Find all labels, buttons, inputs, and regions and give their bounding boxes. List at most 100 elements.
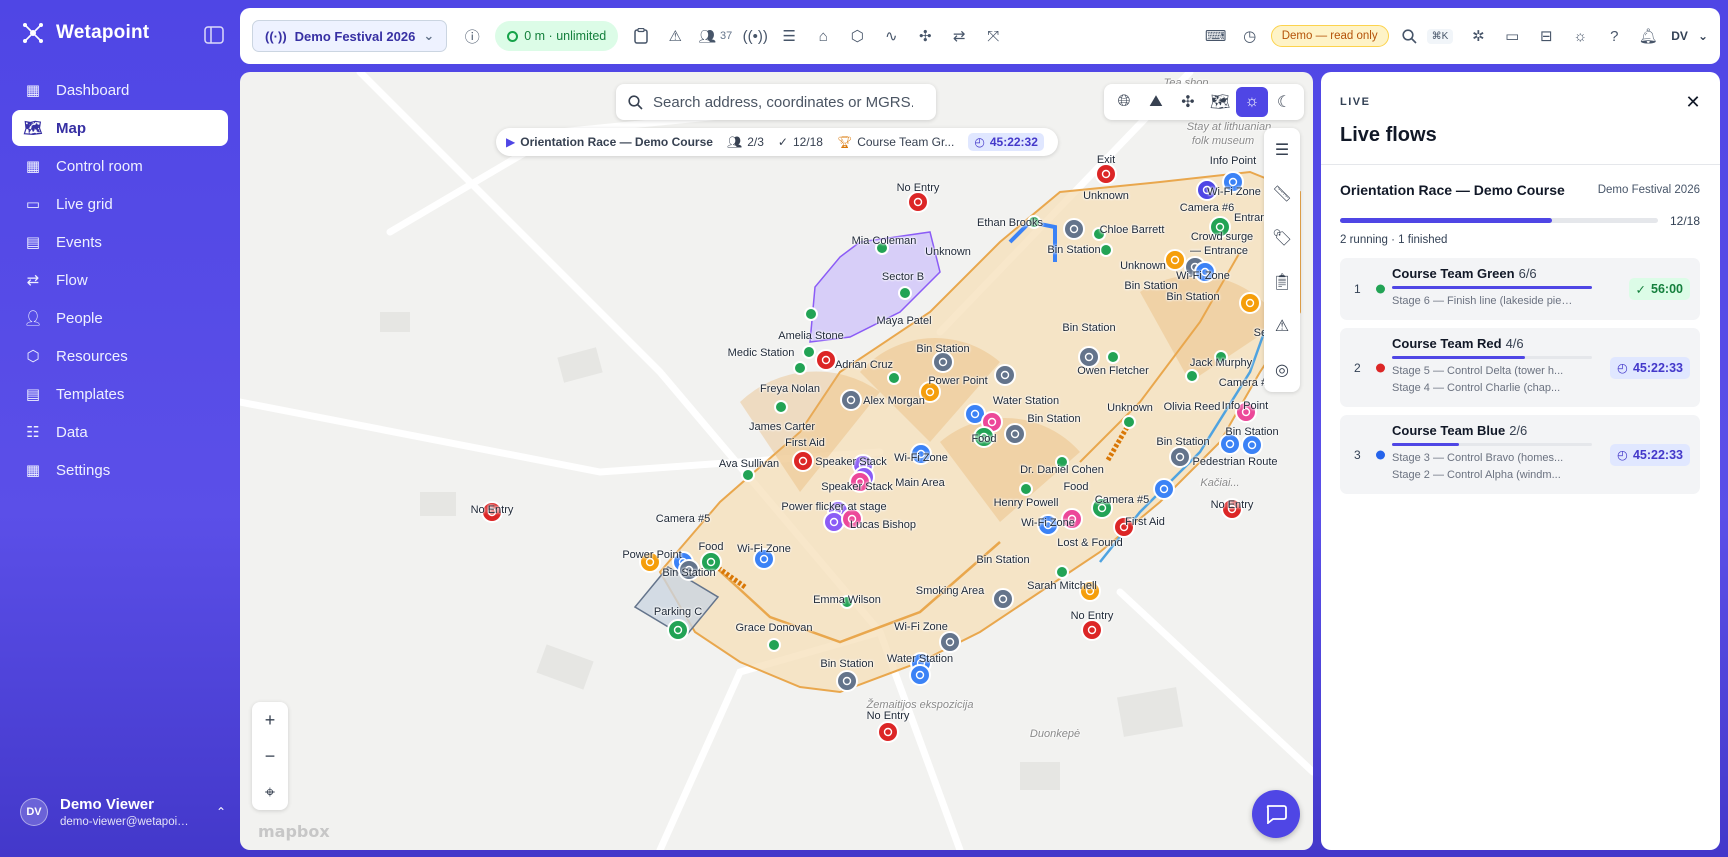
map-label[interactable]: Crowd surge	[1191, 231, 1253, 243]
sidebar-item-templates[interactable]: ▤ Templates	[12, 376, 228, 412]
map-label[interactable]: Power Point	[928, 375, 987, 387]
sidebar-item-resources[interactable]: ⬡ Resources	[12, 338, 228, 374]
clipboard-icon[interactable]	[624, 19, 658, 53]
map-label[interactable]: No Entry	[1071, 610, 1114, 622]
brand[interactable]: Wetapoint	[22, 22, 149, 44]
map-marker[interactable]	[907, 191, 929, 213]
timer-pill[interactable]: 0 m · unlimited	[495, 21, 619, 51]
person-marker[interactable]	[804, 307, 818, 321]
map-label[interactable]: Ethan Brooks	[977, 217, 1043, 229]
map-marker[interactable]	[1081, 619, 1103, 641]
fan-icon[interactable]: ✣	[908, 19, 942, 53]
clipboard-icon[interactable]: 📋︎	[1264, 260, 1300, 304]
map-marker[interactable]	[1004, 423, 1026, 445]
map-label[interactable]: Wi-Fi Zone	[894, 452, 948, 464]
person-marker[interactable]	[1099, 243, 1113, 257]
sidebar-item-flow[interactable]: ⇄ Flow	[12, 262, 228, 298]
map-label[interactable]: Bin Station	[1156, 436, 1209, 448]
map-label[interactable]: No Entry	[897, 182, 940, 194]
sidebar-item-data[interactable]: ☷ Data	[12, 414, 228, 450]
sidebar-collapse-icon[interactable]	[204, 26, 224, 44]
map-marker[interactable]	[1169, 446, 1191, 468]
map-label[interactable]: Food	[698, 541, 723, 553]
map-label[interactable]: Bin Station	[1062, 322, 1115, 334]
map-label[interactable]: Jack Murphy	[1190, 357, 1252, 369]
sun-icon[interactable]: ☼	[1236, 87, 1268, 117]
history-icon[interactable]: ◷	[1233, 19, 1267, 53]
sidebar-item-dashboard[interactable]: ▦ Dashboard	[12, 72, 228, 108]
sidebar-item-events[interactable]: ▤ Events	[12, 224, 228, 260]
user-menu[interactable]: DV Demo Viewer demo-viewer@wetapoint.com…	[20, 796, 226, 828]
person-marker[interactable]	[1055, 565, 1069, 579]
map-label[interactable]: Bin Station	[1166, 291, 1219, 303]
person-marker[interactable]	[741, 468, 755, 482]
person-marker[interactable]	[793, 361, 807, 375]
sun-icon[interactable]: ☼	[1563, 19, 1597, 53]
map-label[interactable]: Unknown	[925, 246, 971, 258]
team-card[interactable]: 3 Course Team Blue 2/6 Stage 3 — Control …	[1340, 415, 1700, 494]
map-label[interactable]: Food	[1063, 481, 1088, 493]
map-label[interactable]: Amelia Stone	[778, 330, 843, 342]
map-label[interactable]: Grace Donovan	[735, 622, 812, 634]
flow-name[interactable]: Orientation Race — Demo Course	[1340, 182, 1565, 198]
message-icon[interactable]: ▭	[1495, 19, 1529, 53]
map-label[interactable]: Smoking Area	[916, 585, 984, 597]
person-marker[interactable]	[802, 345, 816, 359]
map-label[interactable]: Unknown	[1107, 402, 1153, 414]
map-label[interactable]: Bin Station	[1225, 426, 1278, 438]
map-label[interactable]: James Carter	[749, 421, 815, 433]
radio-icon[interactable]: ((•))	[738, 19, 772, 53]
map-label[interactable]: No Entry	[1211, 499, 1254, 511]
person-marker[interactable]	[1185, 369, 1199, 383]
map-label[interactable]: Adrian Cruz	[835, 359, 893, 371]
person-marker[interactable]	[774, 400, 788, 414]
zoom-out-button[interactable]: −	[252, 738, 288, 774]
zoom-in-button[interactable]: +	[252, 702, 288, 738]
map-label[interactable]: Lost & Found	[1057, 537, 1122, 549]
map-label[interactable]: Medic Station	[728, 347, 795, 359]
chat-button[interactable]	[1252, 790, 1300, 838]
dna-icon[interactable]: ⤧	[976, 19, 1010, 53]
map-label[interactable]: Water Station	[887, 653, 953, 665]
map-label[interactable]: Žemaitijos ekspozicija	[867, 699, 974, 711]
map-label[interactable]: Bin Station	[662, 567, 715, 579]
map-label[interactable]: Henry Powell	[994, 497, 1059, 509]
map-marker[interactable]	[1095, 163, 1117, 185]
map-search[interactable]	[616, 84, 936, 120]
map-label[interactable]: No Entry	[867, 710, 910, 722]
map-label[interactable]: Camera #6	[1180, 202, 1234, 214]
map-label[interactable]: Alex Morgan	[863, 395, 925, 407]
map-label[interactable]: — Entrance	[1190, 245, 1248, 257]
help-icon[interactable]: ?	[1597, 19, 1631, 53]
map-marker[interactable]	[1241, 434, 1263, 456]
person-marker[interactable]	[1106, 350, 1120, 364]
map-label[interactable]: Exit	[1097, 154, 1115, 166]
globe-icon[interactable]: 🌐︎	[1108, 87, 1140, 117]
map-label[interactable]: Bin Station	[1047, 244, 1100, 256]
map-label[interactable]: Wi-Fi Zone	[894, 621, 948, 633]
sidebar-item-map[interactable]: 🗺︎ Map	[12, 110, 228, 146]
map-label[interactable]: Mia Coleman	[852, 235, 917, 247]
sidebar-item-settings[interactable]: ▦ Settings	[12, 452, 228, 488]
map-marker[interactable]	[792, 450, 814, 472]
search-icon[interactable]	[1393, 19, 1427, 53]
map-marker[interactable]	[667, 619, 689, 641]
map-label[interactable]: Emma Wilson	[813, 594, 881, 606]
sidebar-item-control-room[interactable]: ▦ Control room	[12, 148, 228, 184]
map-label[interactable]: Sarah Mitchell	[1027, 580, 1097, 592]
map-marker[interactable]	[939, 631, 961, 653]
map-label[interactable]: Camera #5	[1095, 494, 1149, 506]
map-label[interactable]: Bin Station	[916, 343, 969, 355]
person-marker[interactable]	[767, 638, 781, 652]
map-marker[interactable]	[1063, 218, 1085, 240]
tag-icon[interactable]: 🏷︎	[1264, 216, 1300, 260]
event-select[interactable]: ((·)) Demo Festival 2026 ⌄	[252, 20, 448, 52]
cube-icon[interactable]: ⬡	[840, 19, 874, 53]
locate-icon[interactable]: ⌖	[252, 774, 288, 810]
map-label[interactable]: Olivia Reed	[1164, 401, 1221, 413]
map-label[interactable]: Bin Station	[976, 554, 1029, 566]
map-label[interactable]: Food	[971, 433, 996, 445]
building-icon[interactable]: ⌂	[806, 19, 840, 53]
map-icon[interactable]: 🗺︎	[1204, 87, 1236, 117]
team-card[interactable]: 2 Course Team Red 4/6 Stage 5 — Control D…	[1340, 328, 1700, 407]
